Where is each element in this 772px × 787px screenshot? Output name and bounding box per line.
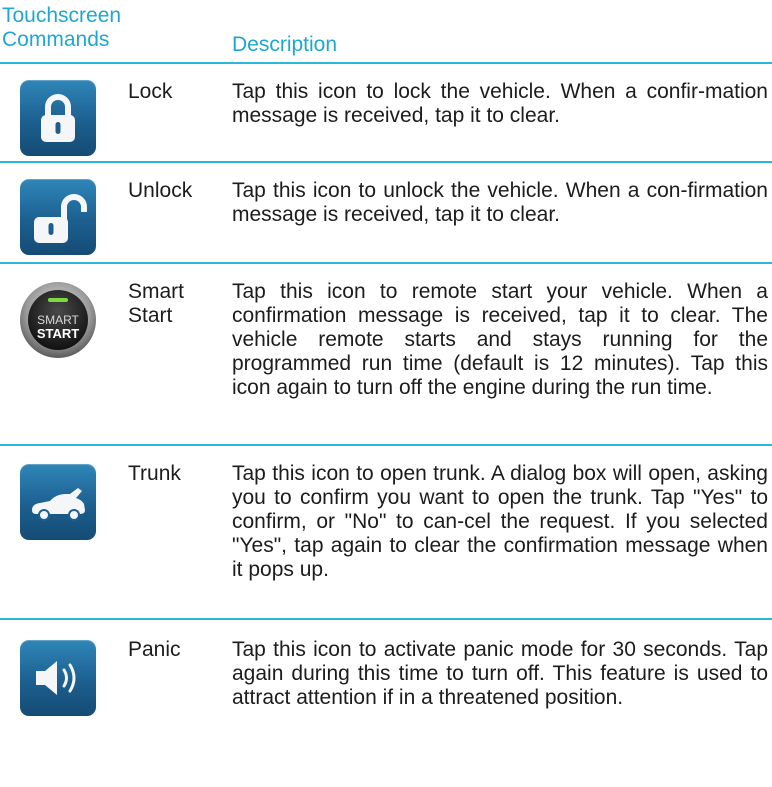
smart-start-icon[interactable]: SMART START — [18, 280, 98, 360]
command-label: Unlock — [128, 179, 193, 202]
command-description: Tap this icon to lock the vehicle. When … — [232, 80, 768, 127]
command-label-line1: Smart — [128, 280, 185, 303]
table-header: Touchscreen Commands Description — [0, 0, 772, 64]
speaker-icon[interactable] — [20, 640, 96, 716]
smart-start-icon-text-bottom: START — [37, 326, 79, 341]
command-description: Tap this icon to unlock the vehicle. Whe… — [232, 179, 768, 226]
table-row-trunk: Trunk Tap this icon to open trunk. A dia… — [0, 446, 772, 620]
header-commands: Touchscreen Commands — [2, 4, 121, 52]
command-description: Tap this icon to remote start your vehic… — [232, 280, 768, 399]
command-label: Trunk — [128, 462, 181, 485]
header-commands-line2: Commands — [2, 28, 110, 51]
command-description: Tap this icon to activate panic mode for… — [232, 638, 768, 709]
command-table: Touchscreen Commands Description Lock Ta… — [0, 0, 772, 787]
car-trunk-icon[interactable] — [20, 464, 96, 540]
table-row-panic: Panic Tap this icon to activate panic mo… — [0, 620, 772, 780]
header-description: Description — [232, 33, 338, 56]
smart-start-icon-text-top: SMART — [37, 313, 79, 327]
lock-open-icon[interactable] — [20, 179, 96, 255]
header-commands-line1: Touchscreen — [2, 4, 122, 27]
command-label: Panic — [128, 638, 181, 661]
command-description: Tap this icon to open trunk. A dialog bo… — [232, 462, 768, 581]
table-row-smart-start: SMART START Smart Start Tap this icon to… — [0, 264, 772, 446]
command-label: Lock — [128, 80, 173, 103]
lock-closed-icon[interactable] — [20, 80, 96, 156]
table-row-unlock: Unlock Tap this icon to unlock the vehic… — [0, 163, 772, 264]
table-row-lock: Lock Tap this icon to lock the vehicle. … — [0, 64, 772, 163]
command-label: Smart Start — [128, 280, 184, 328]
command-label-line2: Start — [128, 304, 173, 327]
